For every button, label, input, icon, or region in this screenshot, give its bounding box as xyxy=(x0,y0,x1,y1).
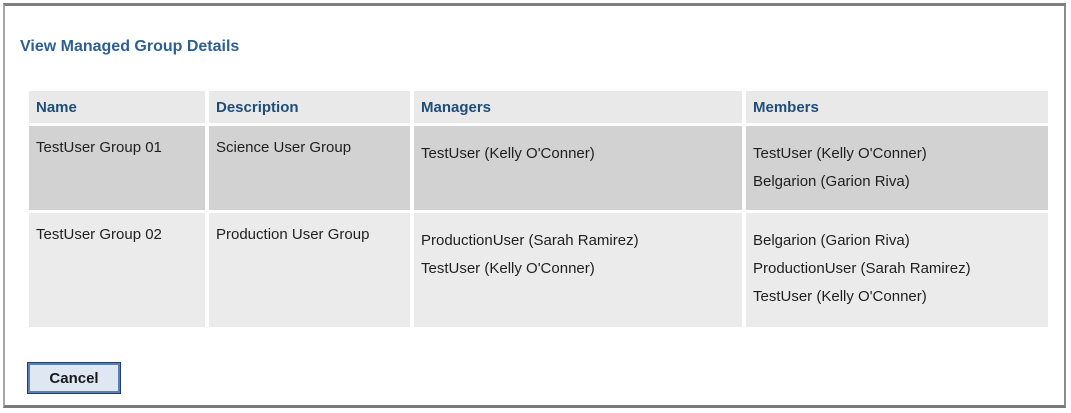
table-header-row: Name Description Managers Members xyxy=(29,91,1048,123)
managers-cell: ProductionUser (Sarah Ramirez) TestUser … xyxy=(414,213,742,327)
member-entry: ProductionUser (Sarah Ramirez) xyxy=(753,260,971,277)
details-panel: View Managed Group Details Name Descript… xyxy=(3,3,1066,408)
manager-entry: TestUser (Kelly O'Conner) xyxy=(421,145,595,162)
group-name-cell: TestUser Group 02 xyxy=(29,213,205,327)
group-name: TestUser Group 02 xyxy=(36,226,162,243)
group-name-cell: TestUser Group 01 xyxy=(29,126,205,210)
manager-entry: TestUser (Kelly O'Conner) xyxy=(421,260,595,277)
group-description: Production User Group xyxy=(216,226,370,243)
page-title: View Managed Group Details xyxy=(20,38,240,55)
members-cell: Belgarion (Garion Riva) ProductionUser (… xyxy=(746,213,1048,327)
member-entry: Belgarion (Garion Riva) xyxy=(753,232,910,249)
member-entry: Belgarion (Garion Riva) xyxy=(753,173,910,190)
member-entry: TestUser (Kelly O'Conner) xyxy=(753,145,927,162)
group-description: Science User Group xyxy=(216,139,352,156)
members-cell: TestUser (Kelly O'Conner) Belgarion (Gar… xyxy=(746,126,1048,210)
group-name: TestUser Group 01 xyxy=(36,139,162,156)
managed-groups-table: Name Description Managers Members TestUs… xyxy=(25,88,1052,330)
column-header-members: Members xyxy=(746,91,1048,123)
column-header-managers: Managers xyxy=(414,91,742,123)
table-row: TestUser Group 02 Production User Group … xyxy=(29,213,1048,327)
group-description-cell: Production User Group xyxy=(209,213,410,327)
column-header-description: Description xyxy=(209,91,410,123)
column-header-name: Name xyxy=(29,91,205,123)
managers-cell: TestUser (Kelly O'Conner) xyxy=(414,126,742,210)
manager-entry: ProductionUser (Sarah Ramirez) xyxy=(421,232,639,249)
group-description-cell: Science User Group xyxy=(209,126,410,210)
table-row: TestUser Group 01 Science User Group Tes… xyxy=(29,126,1048,210)
cancel-button[interactable]: Cancel xyxy=(27,362,121,394)
member-entry: TestUser (Kelly O'Conner) xyxy=(753,288,927,305)
